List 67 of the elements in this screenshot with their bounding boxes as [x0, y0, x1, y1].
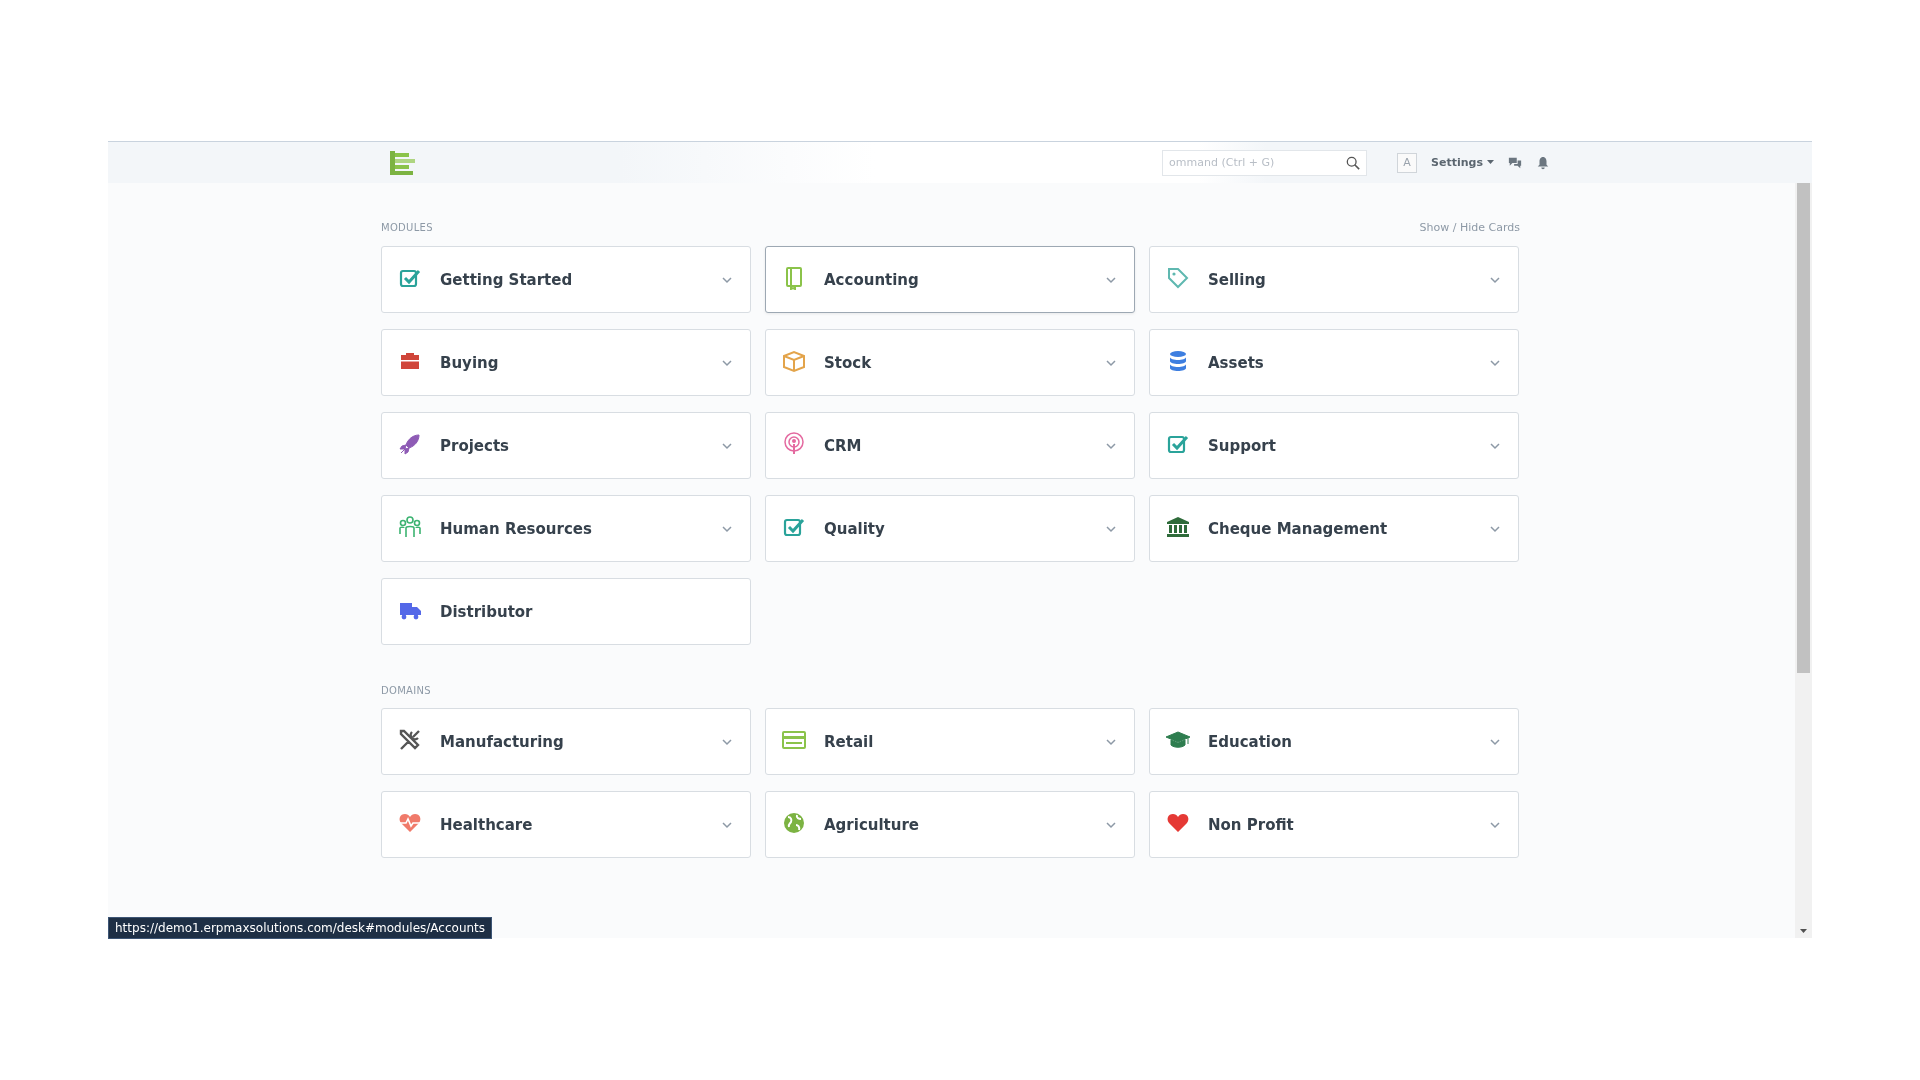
module-title: Retail	[824, 732, 875, 751]
module-card[interactable]: Quality	[765, 495, 1135, 562]
module-card[interactable]: Non Profit	[1149, 791, 1519, 858]
search-icon[interactable]	[1346, 155, 1361, 170]
chevron-icon[interactable]	[1490, 523, 1500, 534]
module-title: Non Profit	[1208, 815, 1295, 834]
module-card[interactable]: Healthcare	[381, 791, 751, 858]
module-card[interactable]: Stock	[765, 329, 1135, 396]
logo-icon[interactable]	[390, 150, 416, 175]
chevron-icon[interactable]	[722, 274, 732, 285]
chevron-icon[interactable]	[722, 440, 732, 451]
chevron-icon[interactable]	[1106, 357, 1116, 368]
chevron-icon[interactable]	[1106, 819, 1116, 830]
module-card[interactable]: Selling	[1149, 246, 1519, 313]
bell-icon[interactable]	[1536, 155, 1550, 170]
section-heading: MODULES	[381, 222, 433, 233]
module-title: CRM	[824, 436, 863, 455]
module-title: Education	[1208, 732, 1293, 751]
module-card[interactable]: Distributor	[381, 578, 751, 645]
search-field[interactable]: ommand (Ctrl + G)	[1162, 149, 1368, 176]
module-card[interactable]: Support	[1149, 412, 1519, 479]
module-title: Selling	[1208, 270, 1267, 289]
chevron-icon[interactable]	[1490, 357, 1500, 368]
module-title: Getting Started	[440, 270, 574, 289]
module-title: Cheque Management	[1208, 519, 1389, 538]
module-card[interactable]: Assets	[1149, 329, 1519, 396]
chevron-icon[interactable]	[1490, 440, 1500, 451]
chevron-icon[interactable]	[722, 819, 732, 830]
module-card[interactable]: Accounting	[765, 246, 1135, 313]
chevron-icon[interactable]	[722, 357, 732, 368]
module-card[interactable]: Human Resources	[381, 495, 751, 562]
module-title: Agriculture	[824, 815, 921, 834]
module-card[interactable]: Cheque Management	[1149, 495, 1519, 562]
module-title: Healthcare	[440, 815, 534, 834]
status-bar-url: https://demo1.erpmaxsolutions.com/desk#modules/Accounts	[108, 917, 493, 939]
module-card[interactable]: Retail	[765, 708, 1135, 775]
module-card[interactable]: CRM	[765, 412, 1135, 479]
scrollbar[interactable]	[1795, 183, 1812, 938]
module-title: Projects	[440, 436, 510, 455]
chevron-icon[interactable]	[1106, 440, 1116, 451]
module-card[interactable]: Agriculture	[765, 791, 1135, 858]
module-title: Buying	[440, 353, 500, 372]
chevron-icon[interactable]	[1106, 274, 1116, 285]
module-title: Human Resources	[440, 519, 593, 538]
module-card[interactable]: Buying	[381, 329, 751, 396]
module-title: Stock	[824, 353, 873, 372]
module-card[interactable]: Getting Started	[381, 246, 751, 313]
chevron-icon[interactable]	[1106, 523, 1116, 534]
module-title: Support	[1208, 436, 1277, 455]
settings-menu[interactable]: Settings	[1431, 156, 1494, 169]
chevron-icon[interactable]	[1490, 274, 1500, 285]
section-heading: DOMAINS	[381, 685, 431, 696]
module-title: Assets	[1208, 353, 1265, 372]
chevron-icon[interactable]	[722, 523, 732, 534]
module-card[interactable]: Manufacturing	[381, 708, 751, 775]
chevron-icon[interactable]	[1490, 736, 1500, 747]
caret-icon	[1487, 160, 1494, 165]
module-title: Manufacturing	[440, 732, 565, 751]
module-title: Distributor	[440, 602, 534, 621]
module-title: Accounting	[824, 270, 920, 289]
chat-icon[interactable]	[1508, 155, 1522, 170]
chevron-icon[interactable]	[722, 736, 732, 747]
chevron-icon[interactable]	[1106, 736, 1116, 747]
module-title: Quality	[824, 519, 886, 538]
module-card[interactable]: Projects	[381, 412, 751, 479]
chevron-icon[interactable]	[1490, 819, 1500, 830]
module-card[interactable]: Education	[1149, 708, 1519, 775]
